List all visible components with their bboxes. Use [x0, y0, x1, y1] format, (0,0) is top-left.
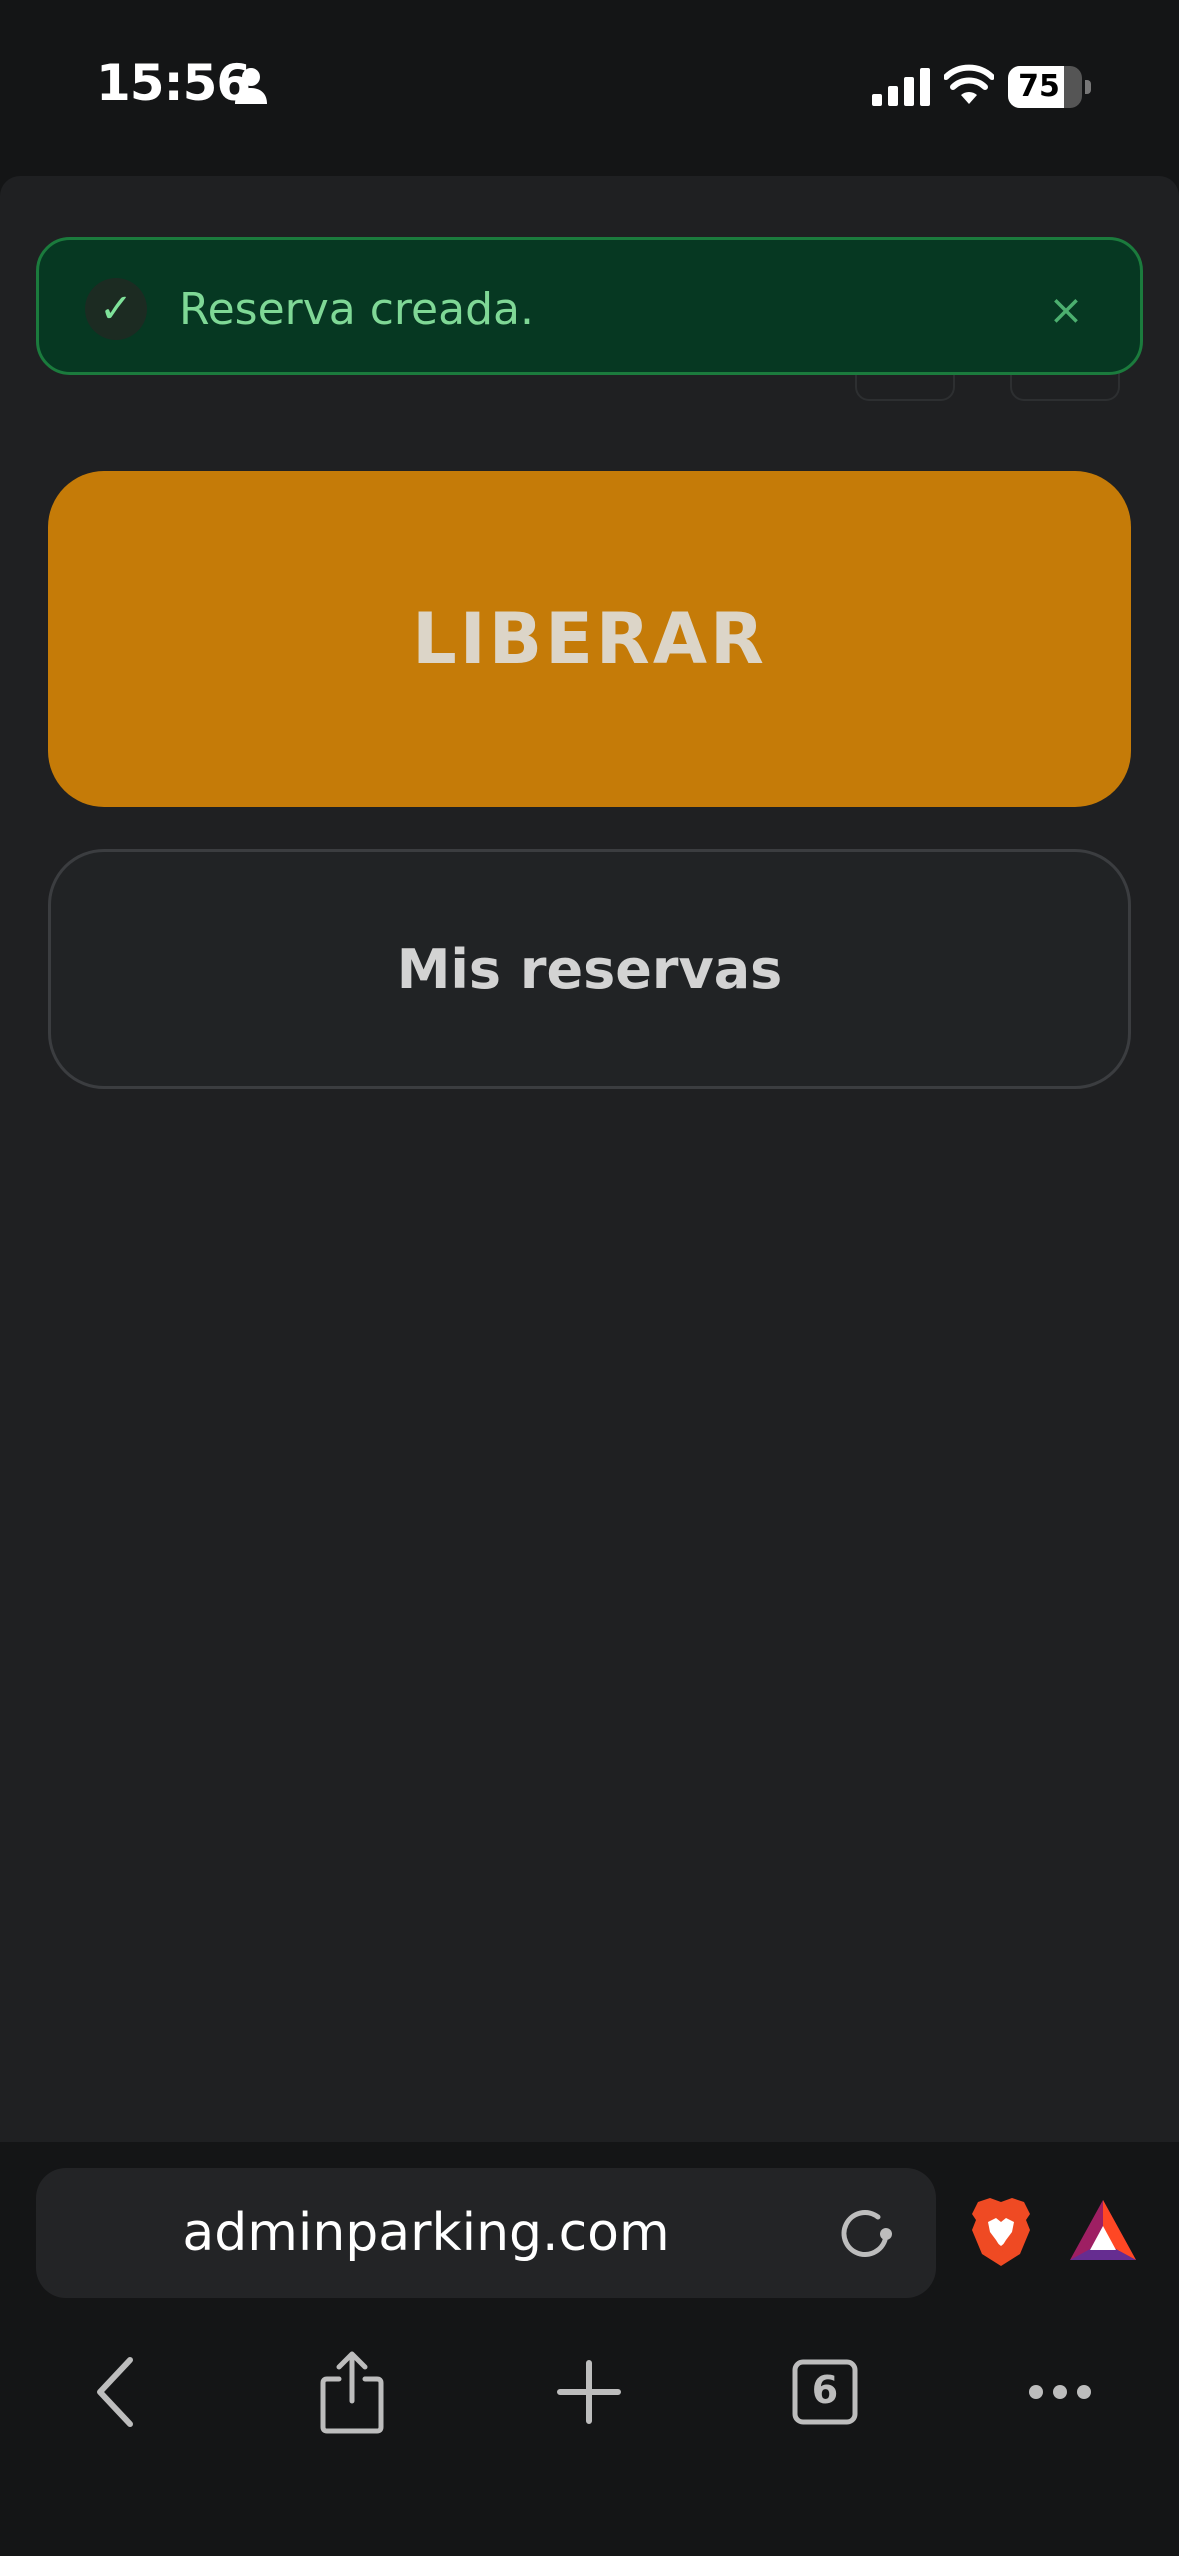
- bat-rewards-icon[interactable]: [1068, 2198, 1138, 2262]
- brave-shields-icon[interactable]: [968, 2196, 1034, 2268]
- url-text[interactable]: adminparking.com: [36, 2168, 936, 2298]
- reload-icon[interactable]: [834, 2203, 896, 2265]
- tabs-count: 6: [811, 2368, 839, 2412]
- new-tab-button[interactable]: [539, 2342, 639, 2442]
- back-button[interactable]: [66, 2342, 166, 2442]
- share-button[interactable]: [302, 2342, 402, 2442]
- browser-toolbar: adminparking.com 6: [0, 2142, 1179, 2556]
- obscured-element: [855, 371, 955, 401]
- status-time: 15:56: [96, 54, 251, 112]
- phone-screen: 15:56 75 ✓ Reserva creada. × LIBERAR Mis…: [0, 0, 1179, 2556]
- battery-tip: [1085, 80, 1091, 94]
- toast-message: Reserva creada.: [179, 284, 534, 335]
- person-icon: [235, 68, 267, 104]
- battery-body: 75: [1008, 66, 1082, 108]
- mis-reservas-button[interactable]: Mis reservas: [48, 849, 1131, 1089]
- battery-icon: 75: [1008, 66, 1091, 108]
- back-icon: [97, 2357, 133, 2427]
- new-tab-icon: [557, 2360, 621, 2424]
- toast-notification: ✓ Reserva creada. ×: [36, 237, 1143, 375]
- battery-percent: 75: [1018, 69, 1060, 104]
- address-bar[interactable]: adminparking.com: [36, 2168, 936, 2298]
- obscured-element: [1010, 371, 1120, 401]
- liberar-button[interactable]: LIBERAR: [48, 471, 1131, 807]
- tabs-button[interactable]: 6: [775, 2342, 875, 2442]
- more-icon: [1029, 2385, 1091, 2399]
- signal-icon: [872, 68, 930, 106]
- wifi-icon: [944, 64, 994, 104]
- more-button[interactable]: [1010, 2342, 1110, 2442]
- tabs-icon: 6: [792, 2359, 858, 2425]
- status-bar: 15:56 75: [0, 0, 1179, 176]
- share-icon: [320, 2351, 384, 2434]
- check-icon: ✓: [85, 278, 147, 340]
- close-icon[interactable]: ×: [1046, 280, 1086, 340]
